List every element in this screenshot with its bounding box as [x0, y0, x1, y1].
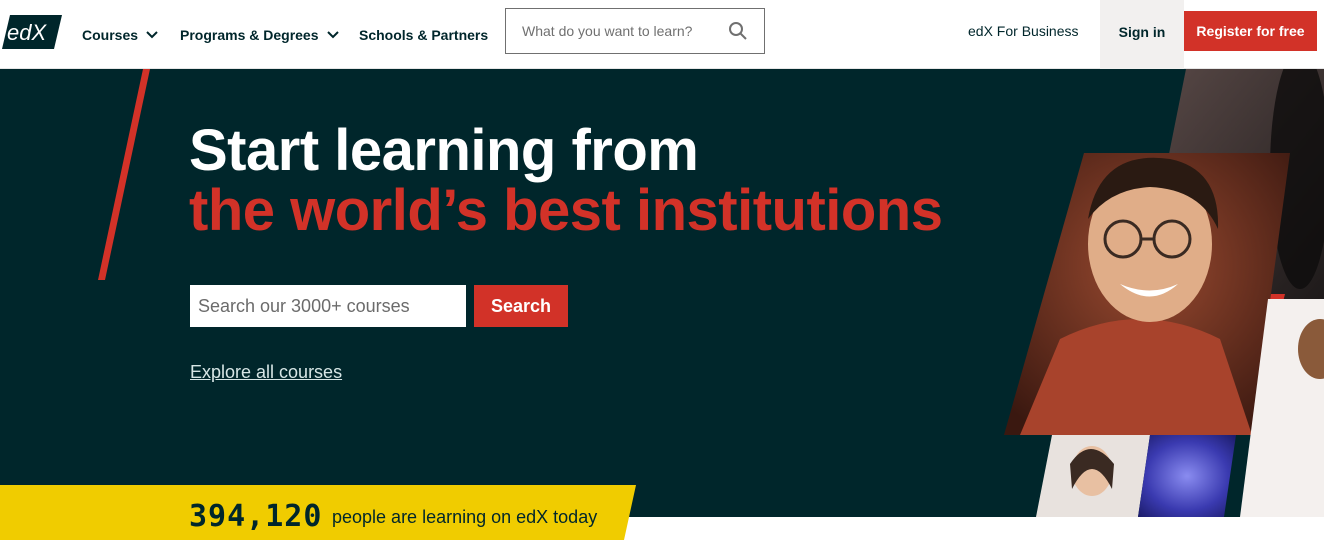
hero-image-collage: [1004, 69, 1324, 517]
photo-small-woman: [1036, 435, 1150, 517]
nav-schools-partners[interactable]: Schools & Partners: [359, 0, 488, 69]
logo-text: edX: [7, 20, 47, 45]
hero-search-button[interactable]: Search: [474, 285, 568, 327]
edx-for-business-link[interactable]: edX For Business: [968, 0, 1079, 62]
edx-logo[interactable]: edX: [2, 15, 62, 49]
learner-count: 394,120: [189, 499, 323, 534]
hero-title-line1: Start learning from: [189, 118, 699, 183]
sign-in-button[interactable]: Sign in: [1100, 0, 1184, 69]
chevron-down-icon: [146, 30, 158, 38]
header-search-box: [505, 8, 765, 54]
search-icon[interactable]: [728, 21, 748, 41]
hero-section: Start learning from the world’s best ins…: [0, 69, 1324, 517]
hero-search-input[interactable]: [190, 285, 466, 327]
site-header: edX Courses Programs & Degrees Schools &…: [0, 0, 1324, 69]
nav-programs-degrees[interactable]: Programs & Degrees: [180, 0, 341, 69]
register-button[interactable]: Register for free: [1184, 11, 1317, 51]
nav-courses-label: Courses: [82, 26, 139, 43]
photo-smiling-person: [1004, 153, 1290, 435]
red-slash-decoration: [98, 69, 150, 280]
hero-title-line2: the world’s best institutions: [189, 178, 943, 243]
explore-all-courses-link[interactable]: Explore all courses: [190, 362, 342, 383]
nav-schools-label: Schools & Partners: [359, 26, 489, 43]
photo-blue-abstract: [1138, 435, 1236, 517]
nav-programs-label: Programs & Degrees: [180, 26, 319, 43]
chevron-down-icon: [326, 30, 339, 38]
header-search-input[interactable]: [522, 23, 728, 39]
learner-count-text: people are learning on edX today: [332, 507, 598, 527]
nav-courses[interactable]: Courses: [82, 0, 160, 69]
